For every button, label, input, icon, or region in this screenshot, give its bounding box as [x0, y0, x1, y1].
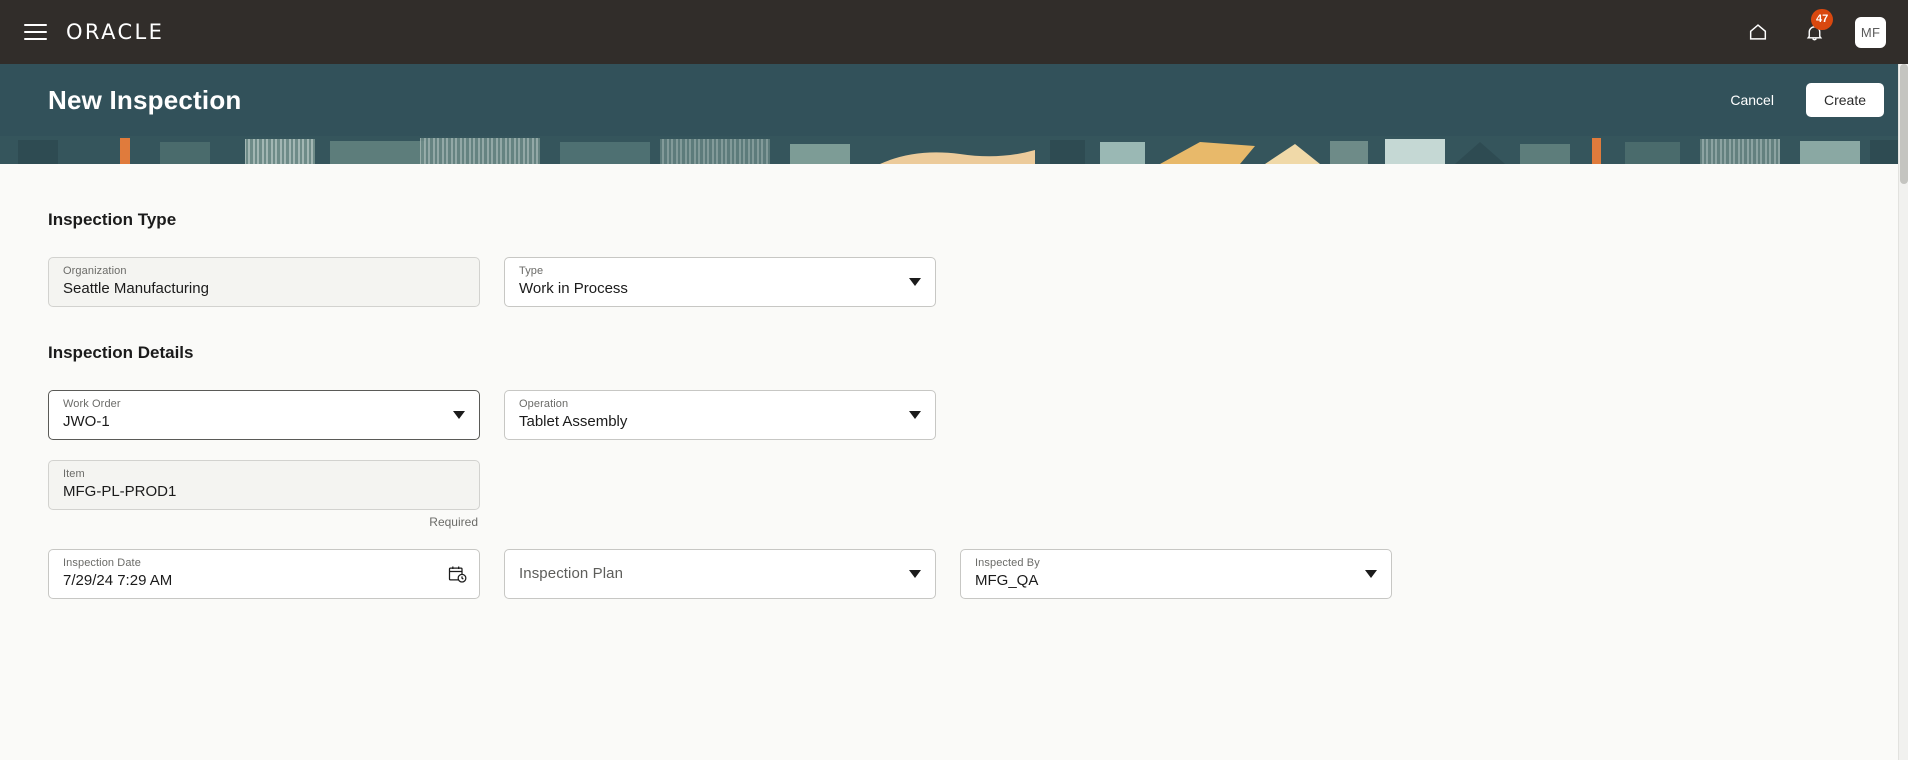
bell-icon[interactable]: 47	[1799, 9, 1834, 47]
item-value: MFG-PL-PROD1	[63, 483, 177, 500]
operation-label: Operation	[519, 398, 569, 410]
inspection-plan-select[interactable]: Inspection Plan	[504, 549, 936, 599]
inspection-date-value: 7/29/24 7:29 AM	[63, 572, 173, 589]
item-required-helper: Required	[429, 515, 478, 529]
section-inspection-details: Inspection Details Work Order JWO-1 Oper…	[48, 343, 1860, 599]
chevron-down-icon[interactable]	[909, 570, 921, 578]
chevron-down-icon[interactable]	[909, 278, 921, 286]
oracle-logo[interactable]: ORACLE	[66, 20, 164, 44]
inspected-by-select[interactable]: Inspected By MFG_QA	[960, 549, 1392, 599]
calendar-clock-icon[interactable]	[447, 564, 467, 584]
section-inspection-type: Inspection Type Organization Seattle Man…	[48, 210, 1860, 307]
inspected-by-value: MFG_QA	[975, 572, 1039, 589]
chevron-down-icon[interactable]	[1365, 570, 1377, 578]
section-title-inspection-type: Inspection Type	[48, 210, 177, 229]
work-order-value: JWO-1	[63, 413, 110, 430]
work-order-label: Work Order	[63, 398, 121, 410]
chevron-down-icon[interactable]	[453, 411, 465, 419]
cancel-button[interactable]: Cancel	[1712, 83, 1792, 117]
field-row: Work Order JWO-1 Operation Tablet Assemb…	[48, 390, 1860, 440]
item-field-wrap: Item MFG-PL-PROD1 Required	[48, 460, 480, 529]
hamburger-bar	[23, 38, 47, 40]
organization-value: Seattle Manufacturing	[63, 280, 209, 297]
avatar[interactable]: MF	[1855, 16, 1886, 48]
organization-field[interactable]: Organization Seattle Manufacturing	[48, 257, 480, 307]
notification-badge: 47	[1811, 9, 1834, 30]
topbar-actions: 47 MF	[1743, 9, 1886, 48]
inspected-by-label: Inspected By	[975, 557, 1040, 569]
type-label: Type	[519, 265, 544, 277]
create-button[interactable]: Create	[1805, 83, 1884, 117]
scrollbar-thumb[interactable]	[1900, 64, 1908, 184]
inspection-date-label: Inspection Date	[63, 557, 141, 569]
decorative-banner-strip	[0, 136, 1908, 164]
field-row: Inspection Date 7/29/24 7:29 AM Inspecti…	[48, 549, 1860, 599]
page-scrollbar[interactable]	[1898, 64, 1908, 760]
section-title-inspection-details: Inspection Details	[48, 343, 194, 362]
operation-value: Tablet Assembly	[519, 413, 628, 430]
operation-select[interactable]: Operation Tablet Assembly	[504, 390, 936, 440]
type-value: Work in Process	[519, 280, 628, 297]
item-field[interactable]: Item MFG-PL-PROD1	[48, 460, 480, 510]
chevron-down-icon[interactable]	[909, 411, 921, 419]
hamburger-menu-icon[interactable]	[18, 15, 52, 49]
header-actions: Cancel Create	[1712, 83, 1884, 117]
hamburger-bar	[23, 24, 47, 26]
page-header: New Inspection Cancel Create	[0, 64, 1908, 136]
inspection-plan-label: Inspection Plan	[519, 565, 624, 582]
global-topbar: ORACLE 47 MF	[0, 0, 1908, 64]
field-row: Organization Seattle Manufacturing Type …	[48, 257, 1860, 307]
inspection-date-field[interactable]: Inspection Date 7/29/24 7:29 AM	[48, 549, 480, 599]
organization-label: Organization	[63, 265, 127, 277]
page-title: New Inspection	[48, 84, 242, 115]
hamburger-bar	[23, 31, 47, 33]
field-row: Item MFG-PL-PROD1 Required	[48, 460, 1860, 529]
main-content: Inspection Type Organization Seattle Man…	[0, 164, 1908, 760]
work-order-select[interactable]: Work Order JWO-1	[48, 390, 480, 440]
type-select[interactable]: Type Work in Process	[504, 257, 936, 307]
home-icon[interactable]	[1743, 17, 1773, 47]
item-label: Item	[63, 468, 85, 480]
